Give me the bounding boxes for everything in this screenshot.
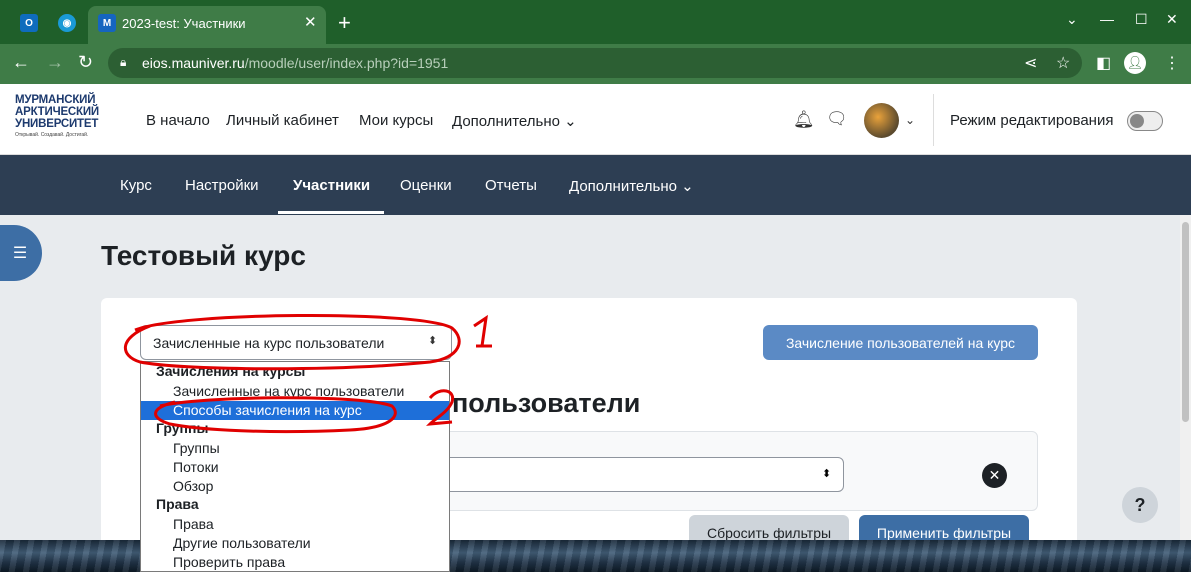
select-arrows-icon: ⬍ — [428, 335, 438, 347]
tab-settings[interactable]: Настройки — [185, 177, 259, 194]
toggle-knob — [1130, 114, 1144, 128]
active-tab-underline — [278, 211, 384, 214]
tab-title: 2023-test: Участники — [122, 16, 246, 31]
logo-line1: МУРМАНСКИЙ — [15, 94, 96, 106]
nav-my-courses[interactable]: Мои курсы — [359, 112, 433, 129]
avatar[interactable] — [864, 103, 899, 138]
scrollbar-thumb[interactable] — [1182, 222, 1189, 422]
share-icon[interactable]: ⋖ — [1024, 53, 1037, 73]
option-check-permissions[interactable]: Проверить права — [141, 553, 449, 572]
url-host: eios.mauniver.ru — [142, 55, 245, 71]
url-text[interactable]: eios.mauniver.ru/moodle/user/index.php?i… — [142, 55, 448, 71]
url-path: /moodle/user/index.php?id=1951 — [244, 55, 449, 71]
option-permissions[interactable]: Права — [141, 515, 449, 534]
chevron-down-icon[interactable]: ⌄ — [905, 113, 915, 127]
bell-icon[interactable]: 🔔︎ — [793, 110, 815, 130]
logo-line2: АРКТИЧЕСКИЙ — [15, 106, 99, 118]
moodle-icon: M — [98, 14, 116, 32]
maximize-icon[interactable]: ☐ — [1135, 11, 1148, 28]
tab-reports[interactable]: Отчеты — [485, 177, 537, 194]
filter-select-arrows-icon: ⬍ — [822, 468, 832, 480]
nav-dashboard[interactable]: Личный кабинет — [226, 112, 339, 129]
forward-icon[interactable]: → — [46, 52, 64, 73]
option-other-users[interactable]: Другие пользователи — [141, 534, 449, 553]
menu-icon[interactable]: ⋮ — [1164, 53, 1180, 73]
tab-course[interactable]: Курс — [120, 177, 152, 194]
close-window-icon[interactable]: ✕ — [1166, 11, 1178, 28]
section-heading: пользователи — [452, 388, 641, 418]
nav-more[interactable]: Дополнительно ⌄ — [452, 112, 577, 130]
messages-icon[interactable]: 🗨︎ — [826, 109, 848, 129]
tab-close-icon[interactable]: ✕ — [304, 13, 317, 31]
help-button[interactable]: ? — [1122, 487, 1158, 523]
profile-icon[interactable]: 👤︎ — [1124, 52, 1146, 74]
optgroup-enrolments: Зачисления на курсы — [156, 363, 306, 379]
outlook-icon[interactable]: O — [20, 14, 38, 32]
edit-mode-toggle[interactable] — [1127, 111, 1163, 131]
option-groupings[interactable]: Потоки — [141, 458, 449, 477]
new-tab-button[interactable]: + — [338, 10, 351, 36]
tab-participants[interactable]: Участники — [293, 177, 370, 194]
university-logo[interactable]: МУРМАНСКИЙ АРКТИЧЕСКИЙ УНИВЕРСИТЕТ Откры… — [15, 94, 115, 138]
divider — [933, 94, 934, 146]
minimize-icon[interactable]: — — [1100, 11, 1114, 27]
optgroup-groups: Группы — [156, 420, 209, 436]
enrol-users-button[interactable]: Зачисление пользователей на курс — [763, 325, 1038, 360]
select-value: Зачисленные на курс пользователи — [153, 335, 385, 351]
optgroup-permissions: Права — [156, 496, 199, 512]
page-title: Тестовый курс — [101, 240, 306, 271]
select-dropdown-list[interactable]: Зачисления на курсы Зачисленные на курс … — [140, 361, 450, 572]
logo-tagline: Открывай. Создавай. Достигай. — [15, 132, 89, 138]
list-icon: ☰ — [12, 245, 28, 262]
edit-mode-label: Режим редактирования — [950, 112, 1114, 129]
bookmark-star-icon[interactable]: ☆ — [1056, 53, 1070, 73]
tab-more[interactable]: Дополнительно ⌄ — [569, 177, 694, 195]
option-enrolled-users[interactable]: Зачисленные на курс пользователи — [141, 382, 449, 401]
back-icon[interactable]: ← — [12, 52, 30, 73]
option-groups[interactable]: Группы — [141, 439, 449, 458]
logo-line3: УНИВЕРСИТЕТ — [15, 118, 99, 130]
option-enrolment-methods[interactable]: Способы зачисления на курс — [141, 401, 449, 420]
nav-home[interactable]: В начало — [146, 112, 210, 129]
tab-search-icon[interactable]: ⌄ — [1066, 11, 1078, 28]
tab-grades[interactable]: Оценки — [400, 177, 452, 194]
app-icon[interactable]: ◉ — [58, 14, 76, 32]
lock-icon[interactable]: 🔒︎ — [120, 55, 126, 70]
filter-select[interactable] — [440, 457, 844, 492]
option-overview[interactable]: Обзор — [141, 477, 449, 496]
remove-filter-icon[interactable]: ✕ — [982, 463, 1007, 488]
reload-icon[interactable]: ↻ — [78, 52, 93, 73]
sidepanel-icon[interactable]: ◧ — [1096, 53, 1111, 73]
